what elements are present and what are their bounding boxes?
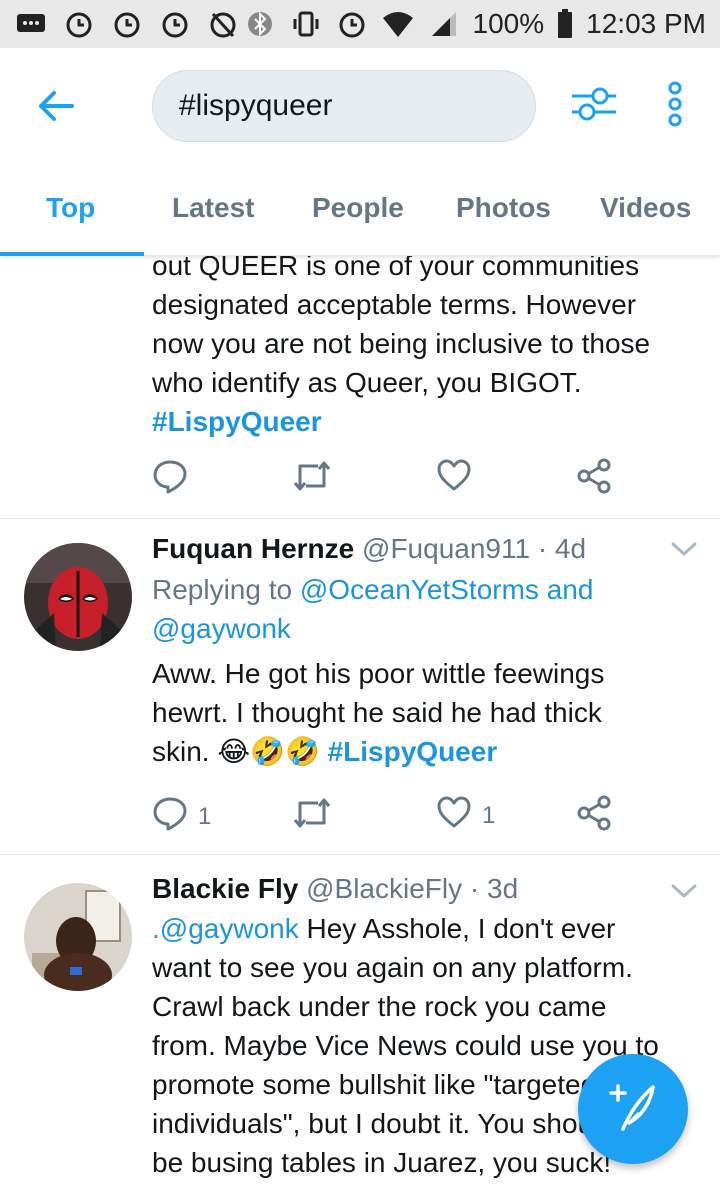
tweet-line: want to see you again on any platform. xyxy=(152,952,633,983)
hashtag-link[interactable]: #LispyQueer xyxy=(152,406,322,437)
message-notification-icon xyxy=(14,7,48,41)
reply-icon xyxy=(152,795,188,838)
author-name[interactable]: Blackie Fly xyxy=(152,873,298,904)
author-name[interactable]: Fuquan Hernze xyxy=(152,533,354,564)
share-icon xyxy=(576,795,612,838)
reply-button[interactable] xyxy=(152,458,188,501)
vertical-dots-icon xyxy=(665,80,685,133)
compose-tweet-button[interactable] xyxy=(578,1054,688,1164)
search-app-bar: #lispyqueer xyxy=(0,48,720,160)
tweet-actions xyxy=(152,458,632,498)
tweet-actions: 1 1 xyxy=(152,795,632,835)
tweet-line: who identify as Queer, you BIGOT. xyxy=(152,367,582,398)
battery-icon xyxy=(556,7,574,41)
hashtag-link[interactable]: #LispyQueer xyxy=(328,736,498,767)
share-button[interactable] xyxy=(576,458,612,501)
retweet-button[interactable] xyxy=(292,795,332,838)
alarm-notification-icon xyxy=(158,7,192,41)
alarm-notification-icon xyxy=(62,7,96,41)
tweet-options-button[interactable] xyxy=(668,535,700,567)
tweet-time: · 3d xyxy=(469,873,519,904)
author-handle[interactable]: @BlackieFly xyxy=(306,873,462,904)
share-icon xyxy=(576,458,612,501)
compose-feather-icon xyxy=(605,1079,661,1140)
reply-count: 1 xyxy=(198,802,212,830)
tweet-item[interactable]: out QUEER is one of your communities des… xyxy=(0,256,720,518)
tab-people[interactable]: People xyxy=(312,192,404,224)
replying-prefix: Replying to xyxy=(152,574,293,605)
tweet-line: skin. xyxy=(152,736,210,767)
signal-icon xyxy=(427,7,461,41)
author-handle[interactable]: @Fuquan911 xyxy=(362,533,530,564)
search-input[interactable]: #lispyqueer xyxy=(152,70,536,142)
tweet-item[interactable]: Fuquan Hernze @Fuquan911 · 4d Replying t… xyxy=(0,519,720,854)
alarm-icon xyxy=(335,7,369,41)
like-button[interactable] xyxy=(436,458,472,499)
chevron-down-icon xyxy=(671,883,697,904)
like-count: 1 xyxy=(482,801,496,829)
tweet-body: out QUEER is one of your communities des… xyxy=(152,256,702,441)
tweet-body: Aww. He got his poor wittle feewings hew… xyxy=(152,654,702,771)
reply-button[interactable]: 1 xyxy=(152,795,211,838)
reply-icon xyxy=(152,458,188,501)
search-query: #lispyqueer xyxy=(179,89,333,122)
tweet-line: Hey Asshole, I don't ever xyxy=(298,913,616,944)
alarm-notification-icon xyxy=(110,7,144,41)
mention-link[interactable]: @OceanYetStorms and xyxy=(300,574,594,605)
emoji: 😂🤣🤣 xyxy=(217,735,320,768)
status-bar: 100% 12:03 PM xyxy=(0,0,720,48)
tweet-line: designated acceptable terms. However xyxy=(152,289,637,320)
search-filter-button[interactable] xyxy=(566,78,622,134)
share-button[interactable] xyxy=(576,795,612,838)
vibrate-icon xyxy=(289,7,323,41)
active-tab-indicator xyxy=(0,252,144,256)
arrow-left-icon xyxy=(36,86,76,131)
tweet-options-button[interactable] xyxy=(668,877,700,909)
mention-link[interactable]: @gaywonk xyxy=(152,613,291,644)
wifi-icon xyxy=(381,7,415,41)
bluetooth-icon xyxy=(243,7,277,41)
mention-link[interactable]: .@gaywonk xyxy=(152,913,299,944)
tweet-line: Crawl back under the rock you came xyxy=(152,991,607,1022)
retweet-icon xyxy=(292,458,332,501)
tweet-line: out QUEER is one of your communities xyxy=(152,256,640,281)
tweet-header: Fuquan Hernze @Fuquan911 · 4d xyxy=(152,531,586,567)
alarm-off-icon xyxy=(206,7,240,41)
avatar[interactable] xyxy=(24,883,132,991)
tab-videos[interactable]: Videos xyxy=(600,192,691,224)
retweet-button[interactable] xyxy=(292,458,332,501)
heart-icon xyxy=(436,795,472,836)
back-button[interactable] xyxy=(28,80,84,136)
tweet-line: hewrt. I thought he said he had thick xyxy=(152,697,602,728)
tweet-line: now you are not being inclusive to those xyxy=(152,328,651,359)
tab-latest[interactable]: Latest xyxy=(172,192,254,224)
chevron-down-icon xyxy=(671,541,697,562)
tweet-time: · 4d xyxy=(537,533,587,564)
tweet-header: Blackie Fly @BlackieFly · 3d xyxy=(152,871,518,907)
heart-icon xyxy=(436,458,472,499)
avatar[interactable] xyxy=(24,543,132,651)
overflow-menu-button[interactable] xyxy=(650,78,700,134)
replying-to: Replying to @OceanYetStorms and @gaywonk xyxy=(152,570,702,648)
tweet-line: Aww. He got his poor wittle feewings xyxy=(152,658,605,689)
tab-top[interactable]: Top xyxy=(46,192,95,224)
retweet-icon xyxy=(292,795,332,838)
search-tabs: Top Latest People Photos Videos xyxy=(0,160,720,256)
like-button[interactable]: 1 xyxy=(436,795,495,836)
battery-percent: 100% xyxy=(472,8,545,39)
tab-photos[interactable]: Photos xyxy=(456,192,551,224)
sliders-icon xyxy=(570,83,618,130)
clock: 12:03 PM xyxy=(586,8,706,39)
